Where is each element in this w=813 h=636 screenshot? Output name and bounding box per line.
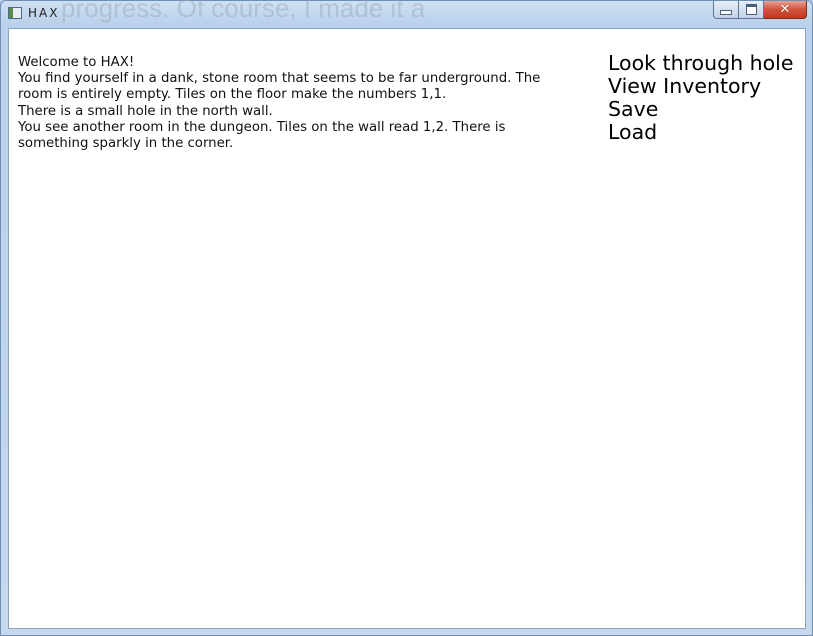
maximize-button[interactable] <box>739 1 764 19</box>
caption-buttons: ✕ <box>713 1 807 20</box>
close-icon: ✕ <box>779 2 791 17</box>
story-text: Welcome to HAX! You find yourself in a d… <box>18 55 578 152</box>
maximize-icon <box>745 4 757 15</box>
minimize-button[interactable] <box>713 1 739 19</box>
look-through-hole-option[interactable]: Look through hole <box>608 52 793 75</box>
story-line-hole: There is a small hole in the north wall. <box>18 103 273 119</box>
action-menu: Look through hole View Inventory Save Lo… <box>608 52 793 144</box>
view-inventory-option[interactable]: View Inventory <box>608 75 793 98</box>
app-window: progress. Of course, I made it a HAX ✕ W… <box>0 0 813 636</box>
story-line-room-description: You find yourself in a dank, stone room … <box>18 71 541 103</box>
load-option[interactable]: Load <box>608 121 793 144</box>
game-client-area: Welcome to HAX! You find yourself in a d… <box>8 28 806 629</box>
app-window-icon[interactable] <box>8 7 22 19</box>
title-bar[interactable]: HAX ✕ <box>1 1 812 27</box>
save-option[interactable]: Save <box>608 98 793 121</box>
story-line-other-room: You see another room in the dungeon. Til… <box>18 119 506 152</box>
window-title: HAX <box>28 6 60 20</box>
close-button[interactable]: ✕ <box>764 1 807 19</box>
minimize-icon <box>720 10 732 15</box>
story-line-welcome: Welcome to HAX! <box>18 55 135 70</box>
